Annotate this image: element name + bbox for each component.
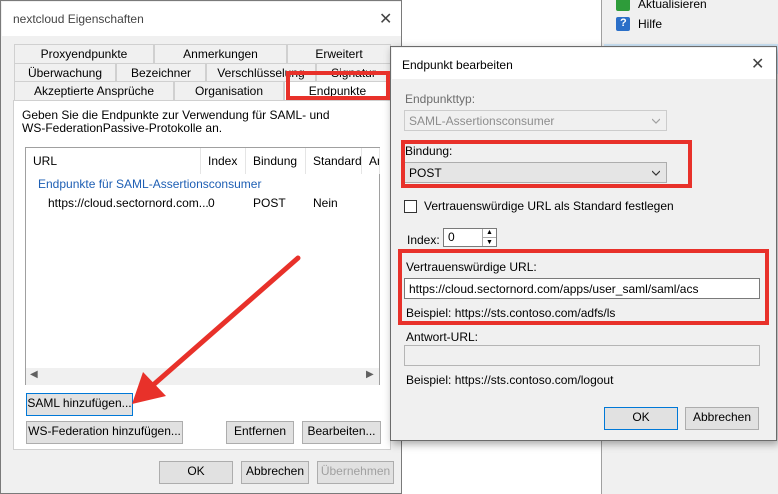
ok-button[interactable]: OK — [604, 407, 678, 430]
ok-button[interactable]: OK — [159, 461, 233, 484]
index-label: Index: — [407, 233, 440, 247]
table-row[interactable]: https://cloud.sectornord.com... 0 POST N… — [27, 195, 379, 213]
tab-notes[interactable]: Anmerkungen — [154, 44, 287, 63]
endpoints-list[interactable]: URL Index Bindung Standard Ant Endpunkte… — [25, 147, 380, 385]
cancel-button[interactable]: Abbrechen — [241, 461, 309, 484]
endpoint-type-label: Endpunkttyp: — [405, 92, 476, 106]
endpoint-type-select[interactable]: SAML-Assertionsconsumer — [404, 110, 667, 131]
horizontal-scrollbar[interactable]: ◀ ▶ — [26, 368, 379, 385]
description-line-1: Geben Sie die Endpunkte zur Verwendung f… — [22, 108, 330, 122]
refresh-icon — [616, 0, 630, 11]
help-icon: ? — [616, 17, 630, 31]
highlight-trusted-url — [398, 249, 769, 325]
tab-monitoring[interactable]: Überwachung — [14, 63, 116, 82]
default-checkbox-label: Vertrauenswürdige URL als Standard festl… — [424, 199, 674, 213]
title-bar: Endpunkt bearbeiten ✕ — [392, 48, 776, 79]
column-header-index[interactable]: Index — [201, 148, 246, 174]
column-header-binding[interactable]: Bindung — [246, 148, 306, 174]
remove-button[interactable]: Entfernen — [226, 421, 294, 444]
highlight-endpoints-tab — [286, 71, 390, 100]
decrement-icon[interactable]: ▼ — [482, 237, 496, 246]
dialog-title: Endpunkt bearbeiten — [402, 58, 513, 72]
edit-button[interactable]: Bearbeiten... — [302, 421, 381, 444]
tab-accepted-claims[interactable]: Akzeptierte Ansprüche — [14, 81, 174, 100]
scroll-left-icon[interactable]: ◀ — [30, 369, 38, 380]
edit-endpoint-dialog: Endpunkt bearbeiten ✕ Endpunkttyp: SAML-… — [390, 46, 777, 441]
column-header-default[interactable]: Standard — [306, 148, 362, 174]
increment-icon[interactable]: ▲ — [482, 229, 496, 237]
title-bar: nextcloud Eigenschaften ✕ — [2, 2, 401, 36]
scroll-right-icon[interactable]: ▶ — [366, 369, 374, 380]
tab-identifiers[interactable]: Bezeichner — [116, 63, 206, 82]
response-url-label: Antwort-URL: — [406, 330, 479, 344]
add-wsfed-button[interactable]: WS-Federation hinzufügen... — [26, 421, 183, 444]
column-header-url[interactable]: URL — [26, 148, 201, 174]
tab-organization[interactable]: Organisation — [174, 81, 284, 100]
dialog-title: nextcloud Eigenschaften — [13, 12, 144, 26]
chevron-down-icon — [652, 118, 660, 124]
tab-row: Proxyendpunkte Anmerkungen Erweitert — [14, 44, 391, 63]
add-saml-button[interactable]: SAML hinzufügen... — [26, 393, 133, 416]
response-url-input[interactable] — [404, 345, 760, 366]
tab-proxy-endpoints[interactable]: Proxyendpunkte — [14, 44, 154, 63]
cancel-button[interactable]: Abbrechen — [685, 407, 759, 430]
response-url-example: Beispiel: https://sts.contoso.com/logout — [406, 373, 614, 387]
apply-button[interactable]: Übernehmen — [317, 461, 394, 484]
action-help[interactable]: ? Hilfe — [616, 14, 776, 36]
highlight-binding — [401, 140, 692, 188]
group-label: Endpunkte für SAML-Assertionsconsumer — [38, 177, 262, 191]
description-line-2: WS-FederationPassive-Protokolle an. — [22, 121, 223, 135]
close-icon[interactable]: ✕ — [751, 54, 764, 74]
index-stepper[interactable]: 0 ▲ ▼ — [443, 228, 497, 247]
default-checkbox[interactable] — [404, 200, 417, 213]
close-icon[interactable]: ✕ — [379, 9, 392, 29]
tab-advanced[interactable]: Erweitert — [287, 44, 391, 63]
column-header-response[interactable]: Ant — [362, 148, 380, 174]
